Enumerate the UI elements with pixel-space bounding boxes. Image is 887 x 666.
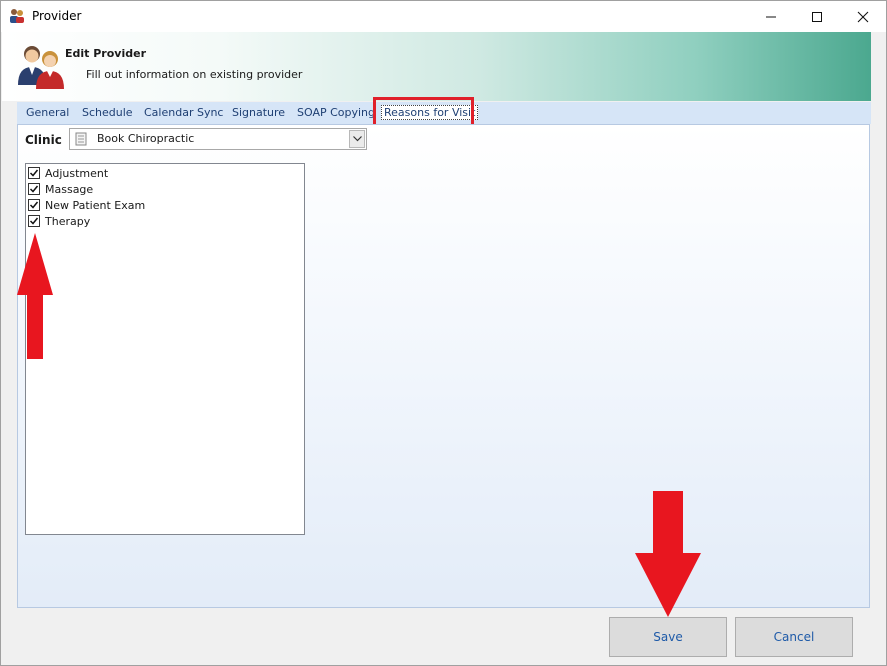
dropdown-toggle[interactable]: [349, 130, 365, 148]
minimize-button[interactable]: [748, 1, 794, 32]
tab-calendar-sync[interactable]: Calendar Sync: [144, 106, 223, 119]
clinic-selected-value: Book Chiropractic: [97, 132, 195, 145]
close-icon: [857, 11, 869, 22]
checkbox-adjustment[interactable]: [28, 167, 40, 179]
checkmark-icon: [29, 185, 39, 193]
reason-label: Adjustment: [45, 166, 109, 180]
reason-label: Therapy: [45, 214, 91, 228]
clinic-label: Clinic: [25, 133, 62, 147]
list-item[interactable]: New Patient Exam: [28, 197, 145, 213]
tab-schedule[interactable]: Schedule: [82, 106, 133, 119]
provider-window: Provider Edit Provider Fill out informat…: [0, 0, 887, 666]
clinic-document-icon: [75, 132, 87, 146]
tab-soap-copying[interactable]: SOAP Copying: [297, 106, 375, 119]
tab-general[interactable]: General: [26, 106, 69, 119]
maximize-button[interactable]: [794, 1, 840, 32]
reason-label: Massage: [45, 182, 94, 196]
header-subtitle: Fill out information on existing provide…: [86, 68, 303, 81]
minimize-icon: [766, 16, 776, 17]
clinic-dropdown[interactable]: Book Chiropractic: [69, 128, 367, 150]
list-item[interactable]: Therapy: [28, 213, 90, 229]
checkmark-icon: [29, 217, 39, 225]
down-arrow-annotation: [635, 491, 701, 617]
save-button[interactable]: Save: [609, 617, 727, 657]
chevron-down-icon: [352, 136, 362, 142]
provider-app-icon: [10, 9, 24, 23]
title-bar: Provider: [1, 1, 886, 32]
list-item[interactable]: Massage: [28, 181, 93, 197]
tab-signature[interactable]: Signature: [232, 106, 285, 119]
header-banner: Edit Provider Fill out information on ex…: [2, 32, 871, 101]
checkmark-icon: [29, 201, 39, 209]
maximize-icon: [812, 11, 822, 22]
checkbox-massage[interactable]: [28, 183, 40, 195]
checkmark-icon: [29, 169, 39, 177]
header-title: Edit Provider: [65, 47, 146, 60]
checkbox-therapy[interactable]: [28, 215, 40, 227]
window-title: Provider: [32, 9, 82, 23]
checkbox-new-patient-exam[interactable]: [28, 199, 40, 211]
list-item[interactable]: Adjustment: [28, 165, 108, 181]
reason-label: New Patient Exam: [45, 198, 146, 212]
cancel-button[interactable]: Cancel: [735, 617, 853, 657]
up-arrow-annotation: [17, 233, 53, 359]
provider-users-icon: [18, 46, 64, 89]
close-button[interactable]: [840, 1, 886, 32]
reasons-list: Adjustment Massage New Patient Exam Ther…: [25, 163, 305, 535]
